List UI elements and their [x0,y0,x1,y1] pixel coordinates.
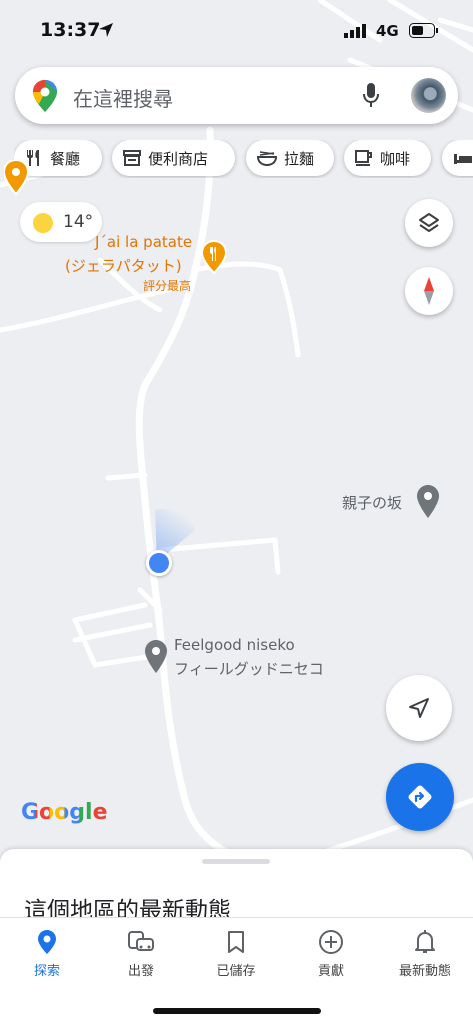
restaurant-poi-icon[interactable] [200,240,228,274]
tab-label: 已儲存 [216,964,256,979]
status-bar: 13:37 4G [0,0,473,60]
tab-explore[interactable]: 探索 [0,928,94,979]
network-type: 4G [376,22,399,40]
poi-feelgood-name[interactable]: Feelgood niseko [174,636,295,654]
google-logo-text: Google [21,800,108,825]
poi-jai-la-patate-note: 評分最高 [143,279,192,293]
compass-button[interactable] [405,267,453,315]
poi-jai-la-patate-name[interactable]: J´ai la patate [95,233,192,251]
hotel-icon [454,154,472,164]
status-time: 13:37 [40,19,101,41]
chip-hotel[interactable] [442,140,473,176]
bell-icon [415,930,435,953]
avatar[interactable] [411,78,446,113]
google-maps-logo-icon [33,80,57,112]
sun-icon [33,213,53,233]
add-circle-icon [319,930,343,954]
tab-updates[interactable]: 最新動態 [378,928,472,979]
google-logo: Google [21,800,108,825]
search-bar[interactable]: 在這裡搜尋 [15,67,458,124]
place-pin-icon[interactable] [416,484,440,520]
chip-coffee[interactable]: 咖啡 [344,140,431,176]
tab-saved[interactable]: 已儲存 [189,928,283,979]
ramen-icon [256,151,278,167]
navigation-arrow-icon [409,698,429,718]
bookmark-icon [228,931,244,953]
weather-temp: 14° [63,212,94,232]
poi-oyako-name[interactable]: 親子の坂 [342,492,402,513]
tab-label: 最新動態 [398,964,451,979]
weather-badge[interactable]: 14° [20,202,102,242]
tab-label: 貢獻 [317,964,344,979]
directions-icon [408,785,432,809]
battery-icon [409,23,438,38]
explore-pin-icon [38,930,56,954]
chip-convenience-store[interactable]: 便利商店 [112,140,235,176]
poi-feelgood-subname[interactable]: フィールグッドニセコ [174,658,324,679]
chip-label: 拉麵 [284,149,315,168]
chip-ramen[interactable]: 拉麵 [246,140,334,176]
home-indicator[interactable] [153,1008,321,1014]
tab-label: 探索 [33,964,60,979]
store-icon [123,150,141,166]
layers-icon [419,213,439,232]
sheet-drag-handle[interactable] [202,859,270,864]
place-pin-icon[interactable] [144,639,168,675]
tab-commute[interactable]: 出發 [94,928,188,979]
chip-label: 餐廳 [50,149,81,168]
commute-icon [128,931,154,951]
poi-jai-la-patate-subname[interactable]: (ジェラパタット) [65,255,182,276]
category-chips: 餐廳 便利商店 拉麵 咖啡 [14,140,473,178]
tab-contribute[interactable]: 貢獻 [284,928,378,979]
my-location-button[interactable] [386,675,452,741]
compass-icon [424,277,434,305]
restaurant-marker-icon[interactable] [4,160,28,196]
current-location-dot [146,550,172,576]
chip-label: 便利商店 [148,149,209,168]
search-input[interactable]: 在這裡搜尋 [73,83,173,112]
signal-icon [344,24,366,38]
tab-label: 出發 [127,964,154,979]
chip-label: 咖啡 [380,149,411,168]
directions-button[interactable] [386,763,454,831]
location-arrow-icon [99,23,113,37]
microphone-icon[interactable] [362,82,380,108]
layers-button[interactable] [405,199,453,247]
coffee-icon [355,150,372,166]
